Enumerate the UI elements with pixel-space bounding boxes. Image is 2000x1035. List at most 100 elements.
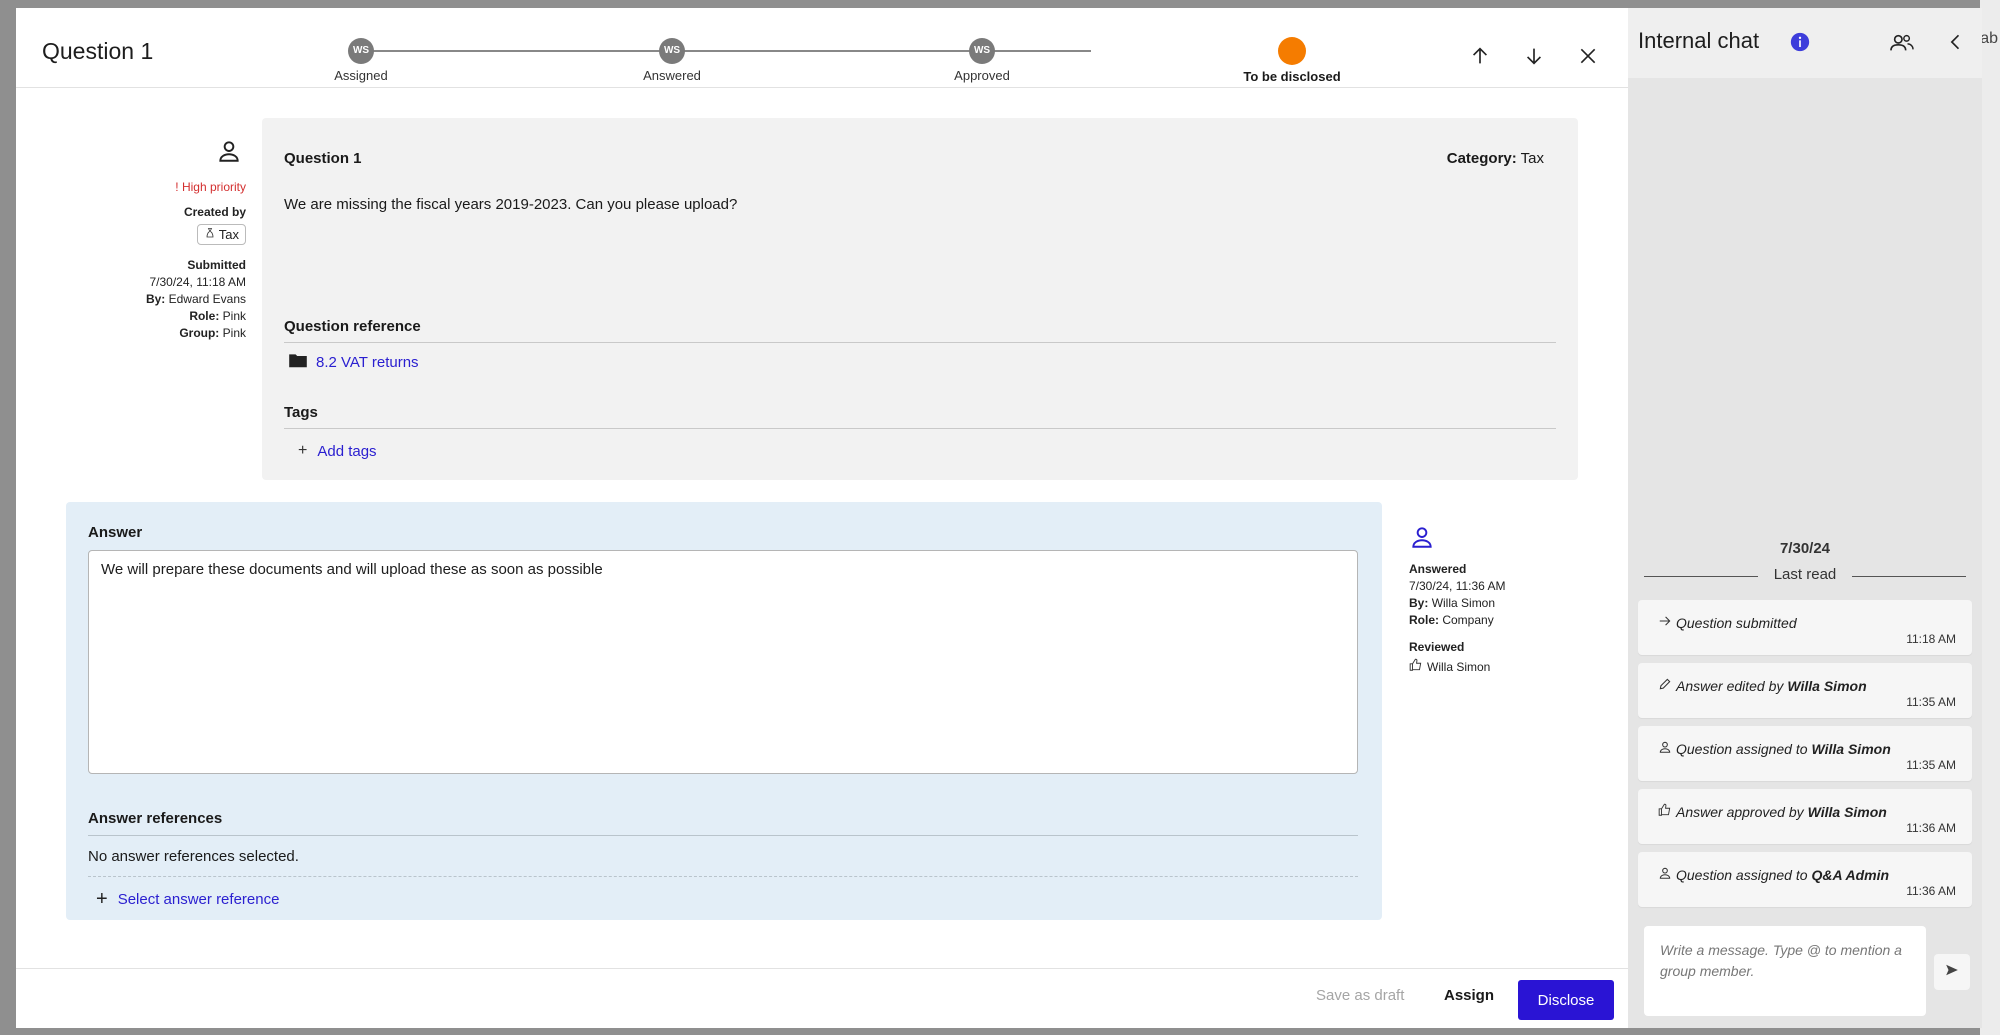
submitter-role: Role: Pink: [76, 308, 246, 325]
add-tags-button[interactable]: + Add tags: [298, 442, 377, 460]
reviewed-label: Reviewed: [1409, 640, 1465, 654]
submitted-label: Submitted: [187, 258, 246, 272]
step-approved: WS Approved: [902, 38, 1062, 83]
background-strip: ab: [1980, 0, 2000, 1035]
divider: [284, 428, 1556, 429]
arrow-down-icon[interactable]: [1520, 42, 1548, 70]
category-label: Category:: [1446, 150, 1517, 167]
by-label: By:: [1409, 596, 1429, 610]
send-icon: [1945, 963, 1959, 982]
plus-icon: +: [96, 888, 108, 910]
answer-meta: Answered 7/30/24, 11:36 AM By: Willa Sim…: [1409, 524, 1589, 677]
answered-label: Answered: [1409, 562, 1467, 576]
chat-header: Internal chat: [1628, 8, 1982, 78]
chat-event: Question assigned to Willa Simon 11:35 A…: [1638, 726, 1972, 781]
event-user: Q&A Admin: [1811, 866, 1890, 883]
answer-heading: Answer: [88, 524, 143, 541]
status-stepper: WS Assigned WS Answered WS Approved To b…: [16, 8, 1628, 88]
event-text: Question assigned to Q&A Admin: [1658, 866, 1889, 883]
event-time: 11:35 AM: [1906, 758, 1956, 772]
role-value: Company: [1442, 613, 1494, 627]
divider: [88, 835, 1358, 836]
event-text: Answer approved by Willa Simon: [1658, 803, 1887, 820]
question-reference-heading: Question reference: [284, 318, 421, 335]
event-user: Willa Simon: [1787, 677, 1867, 694]
question-category: Category: Tax: [1447, 150, 1544, 167]
question-reference-link[interactable]: 8.2 VAT returns: [288, 352, 419, 372]
people-icon[interactable]: [1890, 32, 1914, 59]
chat-event: Answer edited by Willa Simon 11:35 AM: [1638, 663, 1972, 718]
chat-message-input[interactable]: Write a message. Type @ to mention a gro…: [1644, 926, 1926, 1016]
person-icon: [216, 138, 242, 169]
arrow-up-icon[interactable]: [1466, 42, 1494, 70]
priority-badge: ! High priority: [175, 180, 246, 194]
priority-label: High priority: [181, 180, 246, 194]
role-label: Role:: [1409, 613, 1439, 627]
creator-avatar: [76, 138, 246, 169]
event-time: 11:35 AM: [1906, 695, 1956, 709]
thumbs-up-icon: [1658, 803, 1672, 820]
assign-button[interactable]: Assign: [1444, 987, 1494, 1004]
event-user: Willa Simon: [1807, 803, 1887, 820]
by-label: By:: [145, 292, 166, 306]
reviewer-name: Willa Simon: [1427, 660, 1491, 674]
tags-heading: Tags: [284, 404, 318, 421]
chat-title: Internal chat: [1638, 28, 1760, 53]
reference-link-label: 8.2 VAT returns: [316, 353, 419, 371]
thumbs-up-icon: [1409, 658, 1423, 677]
submitted-at: 7/30/24, 11:18 AM: [149, 275, 246, 289]
reviewed-by: Willa Simon: [1409, 658, 1589, 677]
answer-textarea[interactable]: We will prepare these documents and will…: [88, 550, 1358, 774]
add-tags-label: Add tags: [317, 442, 377, 460]
event-description: Question assigned to: [1676, 866, 1808, 883]
event-time: 11:36 AM: [1906, 884, 1956, 898]
by-value: Willa Simon: [1431, 596, 1496, 610]
chat-date: 7/30/24: [1779, 540, 1831, 557]
created-by-group: Tax: [76, 221, 246, 245]
category-value: Tax: [1520, 150, 1544, 167]
submitted-by: By: Edward Evans: [76, 291, 246, 308]
select-reference-label: Select answer reference: [117, 891, 280, 908]
question-modal: Question 1 WS Assigned WS Answered WS Ap…: [16, 8, 1628, 1028]
person-icon: [1658, 740, 1672, 757]
pencil-icon: [1658, 677, 1672, 694]
dashed-divider: [88, 876, 1358, 877]
event-text: Answer edited by Willa Simon: [1658, 677, 1867, 694]
send-button[interactable]: [1934, 954, 1970, 990]
select-answer-reference-button[interactable]: + Select answer reference: [96, 888, 279, 911]
step-label: Answered: [643, 68, 701, 83]
person-icon: [1409, 527, 1435, 553]
save-as-draft-button[interactable]: Save as draft: [1316, 987, 1404, 1004]
chat-event: Question assigned to Q&A Admin 11:36 AM: [1638, 852, 1972, 907]
event-time: 11:36 AM: [1906, 821, 1956, 835]
group-chip: Tax: [196, 224, 246, 245]
chevron-left-icon[interactable]: [1946, 32, 1966, 57]
role-label: Role:: [189, 309, 220, 323]
answer-card: Answer We will prepare these documents a…: [66, 502, 1382, 920]
answered-by: By: Willa Simon: [1409, 595, 1589, 612]
by-value: Edward Evans: [168, 292, 246, 306]
group-value: Pink: [222, 326, 246, 340]
event-description: Answer approved by: [1676, 803, 1804, 820]
background-partial-text: ab: [1980, 30, 1998, 47]
step-answered: WS Answered: [592, 38, 752, 83]
modal-footer: Save as draft Assign Disclose: [16, 968, 1628, 1028]
question-title: Question 1: [284, 150, 362, 167]
step-current-dot: [1278, 37, 1306, 65]
close-icon[interactable]: [1574, 42, 1602, 70]
question-text: We are missing the fiscal years 2019-202…: [284, 196, 738, 213]
answer-references-heading: Answer references: [88, 810, 223, 827]
event-description: Question assigned to: [1676, 740, 1808, 757]
disclose-button[interactable]: Disclose: [1518, 980, 1614, 1020]
folder-icon: [288, 352, 308, 372]
last-read-divider: Last read: [1644, 566, 1966, 583]
event-text: Question submitted: [1658, 614, 1797, 631]
step-avatar: WS: [659, 38, 685, 64]
modal-header: Question 1 WS Assigned WS Answered WS Ap…: [16, 8, 1628, 88]
step-avatar: WS: [348, 38, 374, 64]
submitter-group: Group: Pink: [76, 325, 246, 342]
plus-icon: +: [298, 442, 308, 459]
event-time: 11:18 AM: [1906, 632, 1956, 646]
info-icon[interactable]: [1790, 32, 1810, 57]
group-chip-label: Tax: [218, 227, 239, 242]
